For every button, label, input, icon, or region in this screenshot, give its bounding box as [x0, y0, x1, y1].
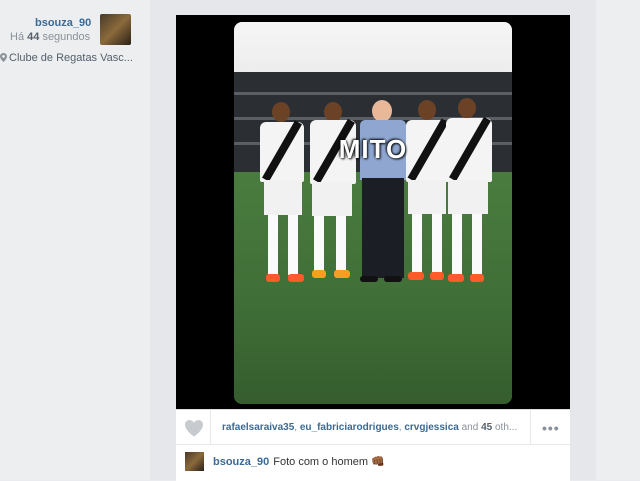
- liker-username[interactable]: eu_fabriciarodrigues: [300, 422, 399, 433]
- liker-username[interactable]: crvgjessica: [404, 422, 459, 433]
- heart-icon[interactable]: [184, 419, 204, 437]
- divider: [210, 410, 211, 445]
- map-pin-icon: [0, 53, 7, 62]
- likes-bar: rafaelsaraiva35, eu_fabriciarodrigues, c…: [176, 409, 570, 445]
- comment-text: bsouza_90 Foto com o homem 👊🏾: [213, 455, 385, 468]
- post-author-username[interactable]: bsouza_90: [35, 17, 91, 29]
- commenter-username[interactable]: bsouza_90: [213, 456, 269, 468]
- others-count[interactable]: 45: [481, 422, 492, 433]
- likes-summary: rafaelsaraiva35, eu_fabriciarodrigues, c…: [222, 422, 518, 433]
- comment-body: Foto com o homem 👊🏾: [273, 456, 385, 468]
- author-avatar[interactable]: [100, 14, 131, 45]
- liker-username[interactable]: rafaelsaraiva35: [222, 422, 294, 433]
- stand-stripe: [234, 92, 512, 95]
- post-timestamp: Há 44 segundos: [10, 31, 91, 43]
- comment-row: bsouza_90 Foto com o homem 👊🏾: [176, 444, 570, 481]
- divider: [530, 410, 531, 445]
- photo-overlay-caption: MITO: [338, 134, 408, 164]
- post-meta-sidebar: bsouza_90 Há 44 segundos Clube de Regata…: [0, 0, 150, 480]
- location-label: Clube de Regatas Vasc...: [9, 52, 133, 64]
- right-margin: [596, 0, 640, 480]
- post-photo[interactable]: MITO: [234, 22, 512, 404]
- commenter-avatar[interactable]: [185, 452, 204, 471]
- post-location[interactable]: Clube de Regatas Vasc...: [0, 52, 133, 64]
- more-options-icon[interactable]: •••: [542, 420, 560, 436]
